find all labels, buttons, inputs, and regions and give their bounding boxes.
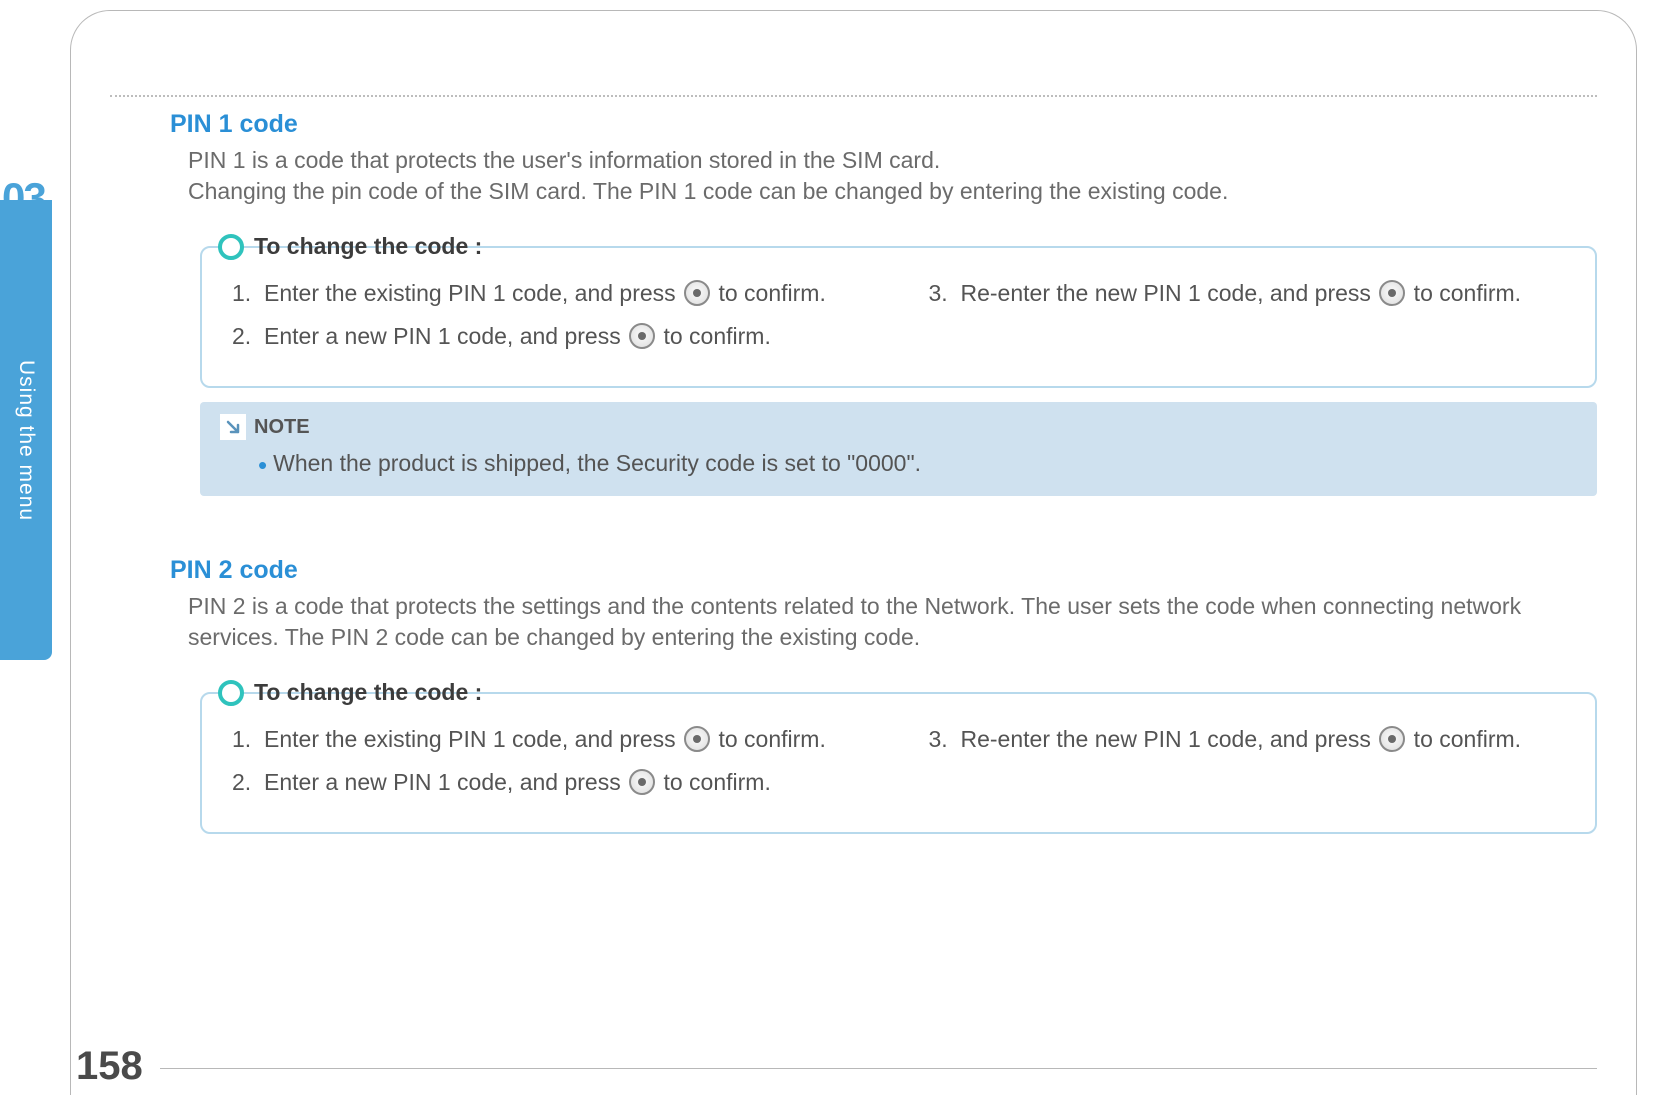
step-text-a: Enter a new PIN 1 code, and press bbox=[264, 769, 627, 795]
note-text: When the product is shipped, the Securit… bbox=[273, 450, 921, 477]
step-3: 3. Re-enter the new PIN 1 code, and pres… bbox=[929, 278, 1566, 309]
note-arrow-icon bbox=[220, 414, 246, 440]
procedure-header: To change the code : bbox=[218, 233, 1597, 260]
step-1: 1. Enter the existing PIN 1 code, and pr… bbox=[232, 278, 869, 309]
ok-button-icon bbox=[1379, 280, 1405, 306]
page-number: 158 bbox=[76, 1044, 143, 1089]
step-text: Re-enter the new PIN 1 code, and press t… bbox=[961, 278, 1566, 309]
pin1-description: PIN 1 is a code that protects the user's… bbox=[188, 145, 1597, 207]
step-text-a: Enter the existing PIN 1 code, and press bbox=[264, 280, 682, 306]
step-text-b: to confirm. bbox=[657, 769, 771, 795]
step-number: 2. bbox=[232, 767, 264, 798]
note-label: NOTE bbox=[254, 416, 310, 439]
step-number: 1. bbox=[232, 278, 264, 309]
step-number: 3. bbox=[929, 724, 961, 755]
note-box: NOTE • When the product is shipped, the … bbox=[200, 402, 1597, 496]
step-text-a: Enter a new PIN 1 code, and press bbox=[264, 323, 627, 349]
pin1-procedure: To change the code : 1. Enter the existi… bbox=[200, 233, 1597, 388]
step-2: 2. Enter a new PIN 1 code, and press to … bbox=[232, 767, 869, 798]
procedure-col-left: 1. Enter the existing PIN 1 code, and pr… bbox=[232, 278, 869, 364]
step-3: 3. Re-enter the new PIN 1 code, and pres… bbox=[929, 724, 1566, 755]
pin1-title: PIN 1 code bbox=[170, 110, 1597, 139]
step-text: Re-enter the new PIN 1 code, and press t… bbox=[961, 724, 1566, 755]
step-text-b: to confirm. bbox=[1407, 726, 1521, 752]
note-header: NOTE bbox=[220, 414, 1577, 440]
dotted-divider bbox=[110, 95, 1597, 97]
procedure-bullet-icon bbox=[218, 234, 244, 260]
pin2-description: PIN 2 is a code that protects the settin… bbox=[188, 591, 1597, 653]
step-text-a: Re-enter the new PIN 1 code, and press bbox=[961, 726, 1378, 752]
content-area: PIN 1 code PIN 1 is a code that protects… bbox=[170, 110, 1597, 848]
step-number: 3. bbox=[929, 278, 961, 309]
ok-button-icon bbox=[629, 323, 655, 349]
step-text: Enter the existing PIN 1 code, and press… bbox=[264, 278, 869, 309]
ok-button-icon bbox=[629, 769, 655, 795]
ok-button-icon bbox=[684, 280, 710, 306]
step-text: Enter a new PIN 1 code, and press to con… bbox=[264, 321, 869, 352]
ok-button-icon bbox=[684, 726, 710, 752]
footer-line bbox=[160, 1068, 1597, 1069]
step-2: 2. Enter a new PIN 1 code, and press to … bbox=[232, 321, 869, 352]
procedure-title: To change the code : bbox=[254, 679, 482, 706]
procedure-col-right: 3. Re-enter the new PIN 1 code, and pres… bbox=[929, 278, 1566, 364]
step-text: Enter a new PIN 1 code, and press to con… bbox=[264, 767, 869, 798]
step-text-a: Re-enter the new PIN 1 code, and press bbox=[961, 280, 1378, 306]
bullet-icon: • bbox=[258, 452, 267, 478]
step-text-a: Enter the existing PIN 1 code, and press bbox=[264, 726, 682, 752]
procedure-col-left: 1. Enter the existing PIN 1 code, and pr… bbox=[232, 724, 869, 810]
step-1: 1. Enter the existing PIN 1 code, and pr… bbox=[232, 724, 869, 755]
step-number: 1. bbox=[232, 724, 264, 755]
pin2-procedure: To change the code : 1. Enter the existi… bbox=[200, 679, 1597, 834]
procedure-col-right: 3. Re-enter the new PIN 1 code, and pres… bbox=[929, 724, 1566, 810]
note-body: • When the product is shipped, the Secur… bbox=[258, 450, 1577, 478]
procedure-title: To change the code : bbox=[254, 233, 482, 260]
pin2-title: PIN 2 code bbox=[170, 556, 1597, 585]
procedure-box: 1. Enter the existing PIN 1 code, and pr… bbox=[200, 246, 1597, 388]
step-text-b: to confirm. bbox=[1407, 280, 1521, 306]
procedure-box: 1. Enter the existing PIN 1 code, and pr… bbox=[200, 692, 1597, 834]
step-text: Enter the existing PIN 1 code, and press… bbox=[264, 724, 869, 755]
procedure-bullet-icon bbox=[218, 680, 244, 706]
step-text-b: to confirm. bbox=[712, 726, 826, 752]
step-text-b: to confirm. bbox=[657, 323, 771, 349]
chapter-label: Using the menu bbox=[14, 360, 38, 521]
step-number: 2. bbox=[232, 321, 264, 352]
ok-button-icon bbox=[1379, 726, 1405, 752]
procedure-header: To change the code : bbox=[218, 679, 1597, 706]
step-text-b: to confirm. bbox=[712, 280, 826, 306]
